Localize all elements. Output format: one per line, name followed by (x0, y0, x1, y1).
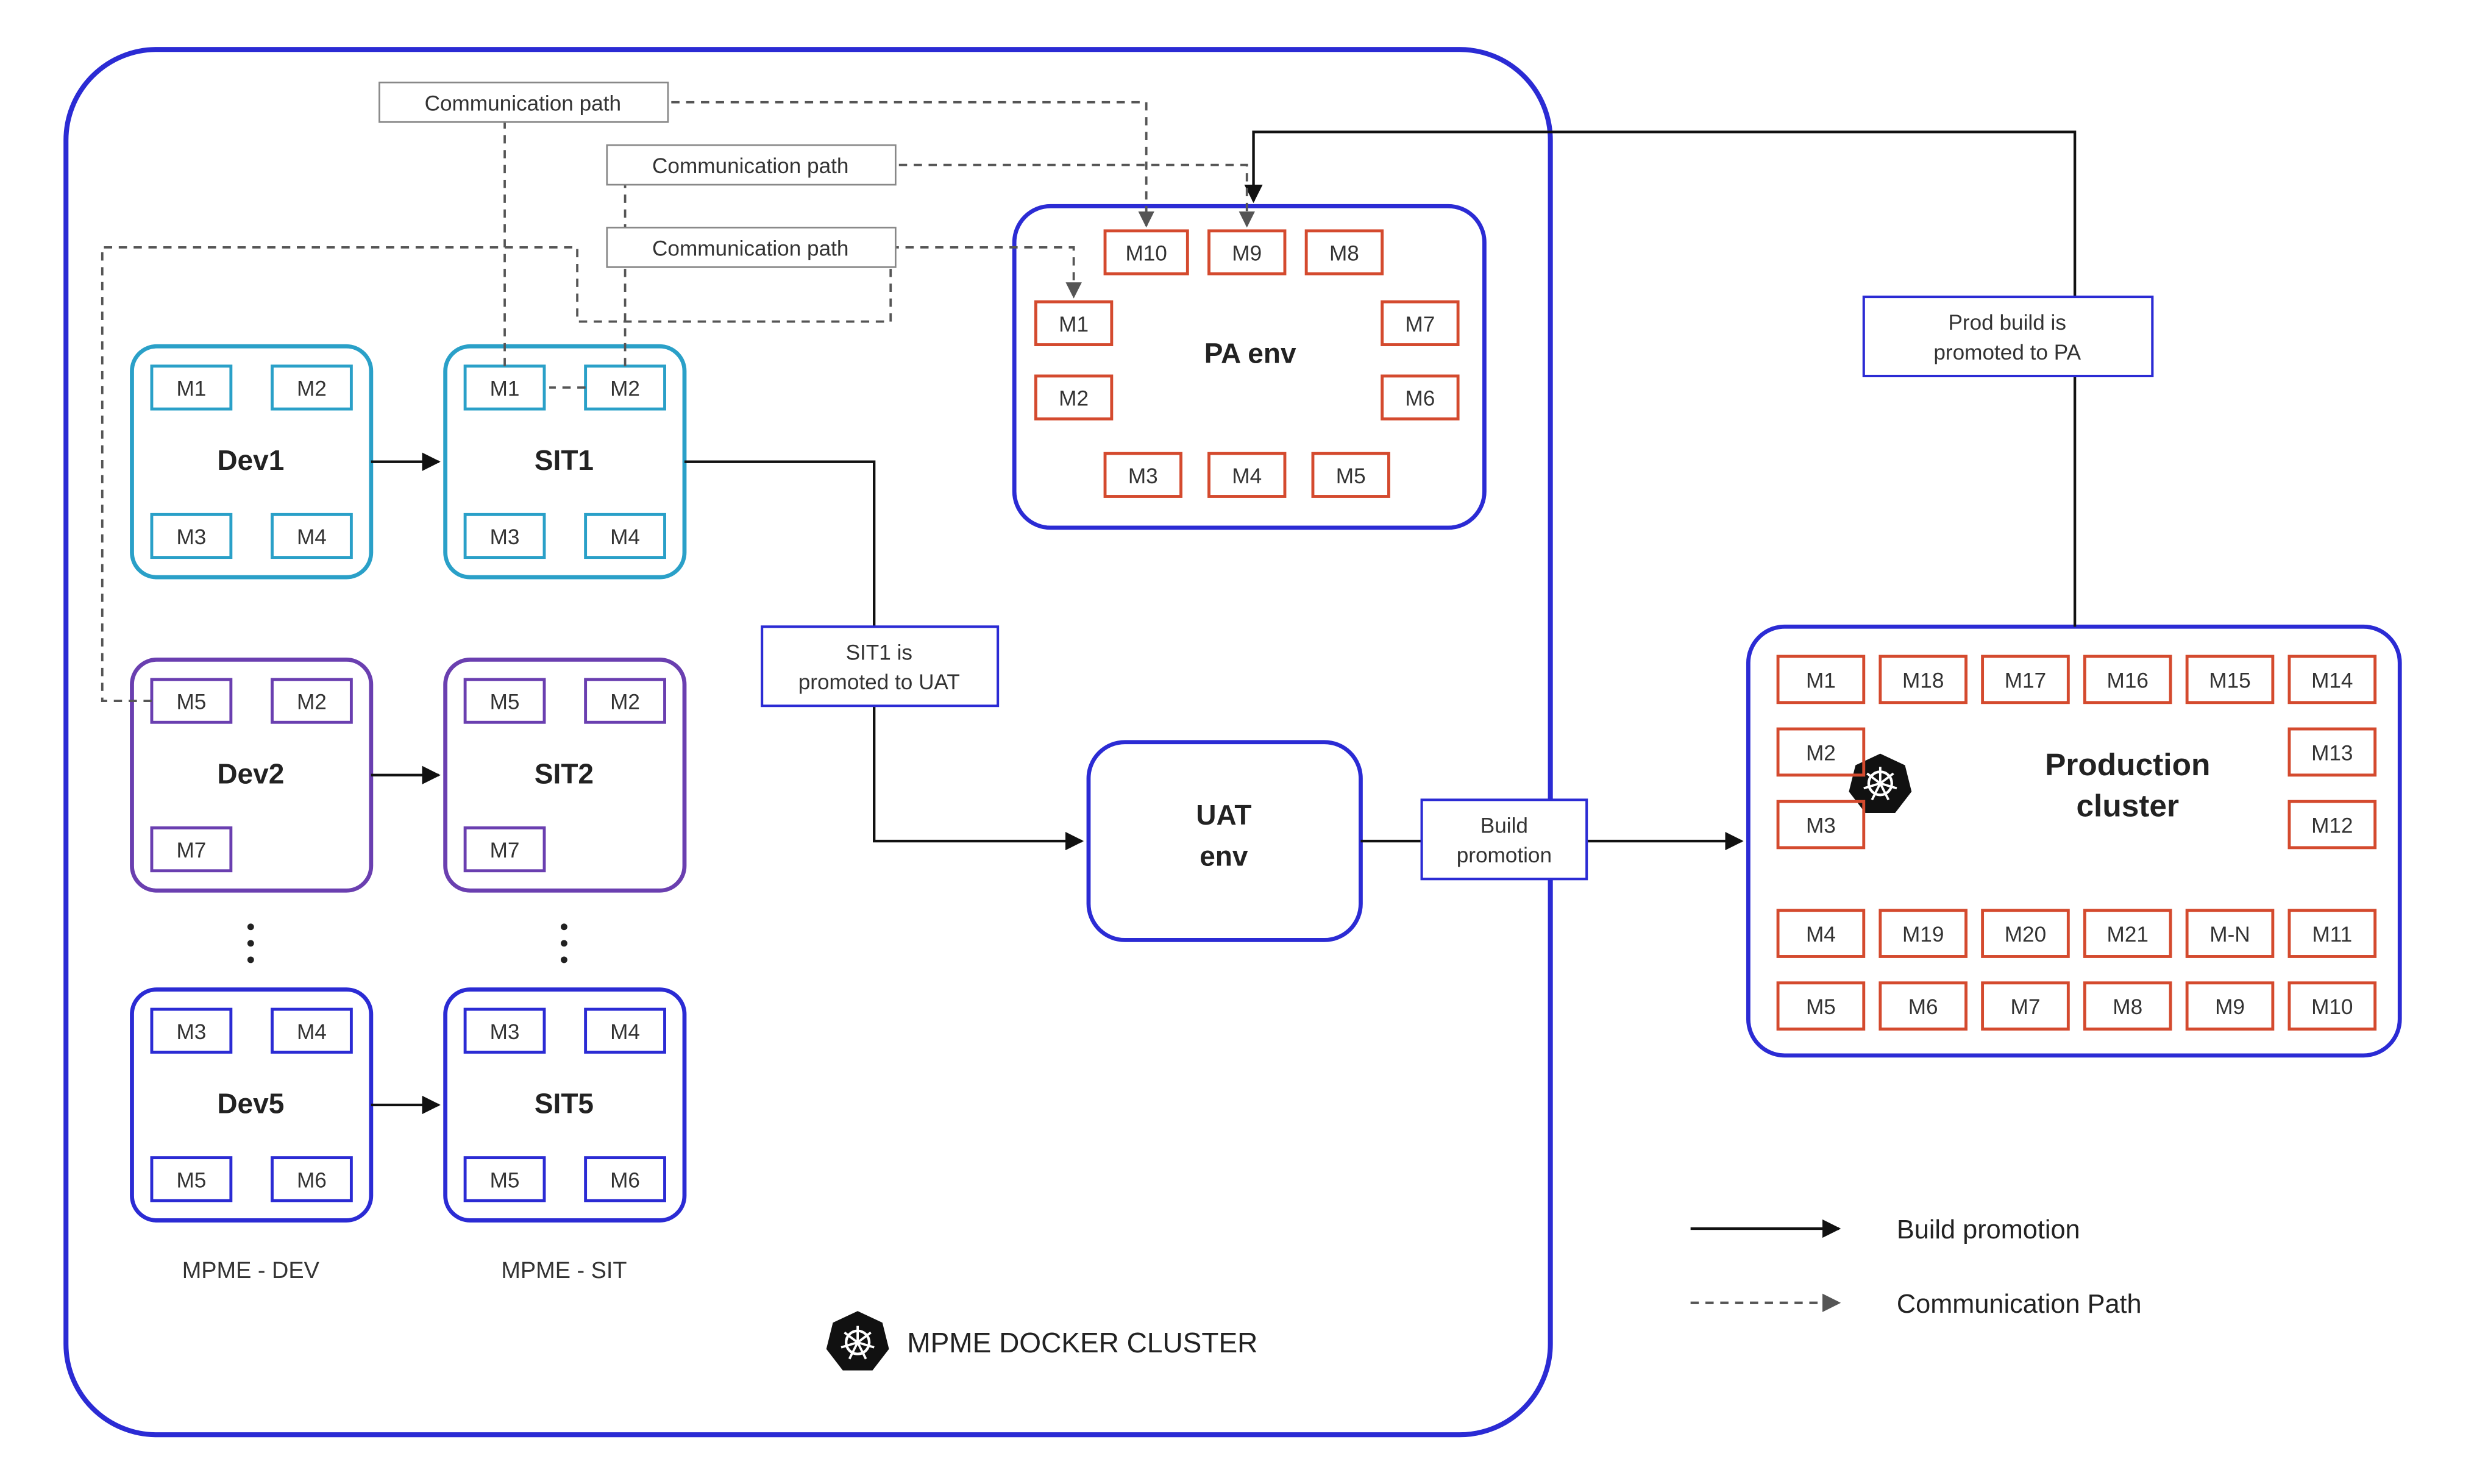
comm-label-1: Communication path (379, 82, 668, 122)
diagram-canvas: M1 M2 Dev1 M3 M4 M1 M2 SIT1 M3 M4 M5 M2 … (0, 0, 2474, 1484)
prod-module-label: M12 (2311, 814, 2353, 838)
cluster-label: MPME DOCKER CLUSTER (907, 1327, 1257, 1358)
sit2-title: SIT2 (535, 758, 594, 789)
prod-module-label: M1 (1806, 669, 1836, 692)
sit5-m4: M6 (610, 1168, 640, 1192)
prod-module-label: M13 (2311, 741, 2353, 765)
pa-m3: M3 (1128, 464, 1158, 488)
sit5-m2: M4 (610, 1020, 640, 1044)
prod-module-label: M6 (1908, 995, 1938, 1019)
uat-title-2: env (1200, 840, 1248, 872)
prod-title-2: cluster (2076, 787, 2179, 823)
sit1-m3: M3 (490, 525, 520, 549)
label-build-promo: Build promotion (1422, 800, 1587, 879)
pa-title: PA env (1204, 337, 1296, 369)
prod-module-label: M20 (2005, 923, 2046, 946)
ellipsis-icon (247, 923, 567, 963)
sit5-title: SIT5 (535, 1088, 594, 1120)
prod-module-label: M7 (2011, 995, 2041, 1019)
kubernetes-icon (826, 1311, 889, 1370)
prod-module-label: M3 (1806, 814, 1836, 838)
sit2-m3: M7 (490, 839, 520, 862)
dev1-m2: M2 (297, 377, 327, 400)
dev5-m3: M5 (176, 1168, 206, 1192)
sit2-m1: M5 (490, 691, 520, 714)
col-dev-label: MPME - DEV (182, 1258, 320, 1283)
prod-module-label: M10 (2311, 995, 2353, 1019)
pa-m1: M1 (1059, 313, 1089, 336)
dev1-m3: M3 (176, 525, 206, 549)
dev5-m2: M4 (297, 1020, 327, 1044)
dev5-m4: M6 (297, 1168, 327, 1192)
svg-text:promotion: promotion (1457, 843, 1552, 867)
pa-m2: M2 (1059, 387, 1089, 411)
dev5-title: Dev5 (217, 1088, 284, 1120)
pa-m8: M8 (1329, 242, 1359, 266)
dev1-m1: M1 (176, 377, 206, 400)
prod-module-label: M8 (2113, 995, 2142, 1019)
svg-text:SIT1 is: SIT1 is (846, 641, 912, 664)
env-sit2: M5 M2 SIT2 M7 (446, 659, 684, 890)
dev2-m1: M5 (176, 691, 206, 714)
sit1-title: SIT1 (535, 444, 594, 476)
prod-module-label: M5 (1806, 995, 1836, 1019)
col-sit-label: MPME - SIT (501, 1258, 627, 1283)
prod-module-label: M18 (1902, 669, 1944, 692)
svg-text:Communication path: Communication path (652, 236, 848, 260)
pa-m4: M4 (1232, 464, 1262, 488)
prod-module-label: M-N (2209, 923, 2250, 946)
prod-module-label: M14 (2311, 669, 2353, 692)
dev5-m1: M3 (176, 1020, 206, 1044)
prod-module-label: M16 (2107, 669, 2149, 692)
sit2-m2: M2 (610, 691, 640, 714)
prod-module-label: M11 (2312, 923, 2352, 946)
prod-module-label: M2 (1806, 741, 1836, 765)
env-dev2: M5 M2 Dev2 M7 (132, 659, 371, 890)
env-pa: PA env M10 M9 M8 M1 M2 M7 M6 M3 M4 M5 (1014, 206, 1484, 528)
env-uat: UAT env (1089, 742, 1360, 940)
sit1-m2: M2 (610, 377, 640, 400)
env-sit1: M1 M2 SIT1 M3 M4 (446, 346, 684, 577)
svg-text:Build: Build (1480, 814, 1528, 838)
label-prod-pa: Prod build is promoted to PA (1864, 297, 2153, 376)
env-dev1: M1 M2 Dev1 M3 M4 (132, 346, 371, 577)
svg-text:Communication path: Communication path (652, 154, 848, 178)
prod-title-1: Production (2045, 747, 2210, 782)
env-sit5: M3 M4 SIT5 M5 M6 (446, 990, 684, 1221)
comm-label-2: Communication path (607, 145, 896, 185)
dev2-m2: M2 (297, 691, 327, 714)
sit5-m3: M5 (490, 1168, 520, 1192)
prod-module-label: M9 (2215, 995, 2245, 1019)
pa-m7: M7 (1405, 313, 1435, 336)
pa-m5: M5 (1336, 464, 1366, 488)
legend: Build promotion Communication Path (1691, 1215, 2142, 1319)
prod-module-label: M19 (1902, 923, 1944, 946)
dev1-title: Dev1 (217, 444, 284, 476)
sit1-m1: M1 (490, 377, 520, 400)
pa-m9: M9 (1232, 242, 1262, 266)
env-dev5: M3 M4 Dev5 M5 M6 (132, 990, 371, 1221)
uat-title-1: UAT (1196, 799, 1251, 831)
sit1-m4: M4 (610, 525, 640, 549)
sit5-m1: M3 (490, 1020, 520, 1044)
svg-text:Communication path: Communication path (425, 91, 621, 115)
dev1-m4: M4 (297, 525, 327, 549)
prod-module-label: M15 (2209, 669, 2250, 692)
pa-m10: M10 (1125, 242, 1167, 266)
comm-label-3: Communication path (607, 227, 896, 267)
svg-text:Prod build is: Prod build is (1948, 311, 2066, 335)
svg-text:promoted to UAT: promoted to UAT (798, 670, 960, 694)
prod-module-label: M21 (2107, 923, 2149, 946)
dev2-title: Dev2 (217, 758, 284, 789)
legend-comm: Communication Path (1897, 1290, 2142, 1319)
label-sit1-uat: SIT1 is promoted to UAT (762, 627, 998, 706)
svg-text:promoted to PA: promoted to PA (1933, 341, 2081, 364)
legend-build: Build promotion (1897, 1215, 2080, 1244)
env-prod: Production cluster M1 M18 M17 M16 M15 M14 M2 M1… (1748, 627, 2400, 1056)
kubernetes-icon (1849, 754, 1911, 813)
prod-module-label: M4 (1806, 923, 1836, 946)
prod-module-label: M17 (2005, 669, 2046, 692)
dev2-m3: M7 (176, 839, 206, 862)
pa-m6: M6 (1405, 387, 1435, 411)
